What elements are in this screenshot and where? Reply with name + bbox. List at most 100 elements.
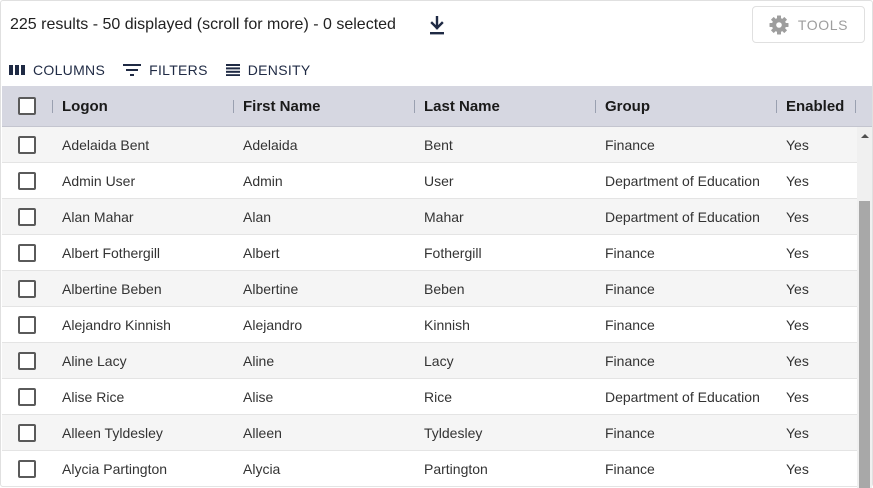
column-separator[interactable] [595, 100, 596, 113]
cell-first-name: Alycia [243, 461, 281, 477]
cell-logon: Alycia Partington [62, 461, 168, 477]
row-checkbox[interactable] [18, 172, 36, 190]
row-checkbox[interactable] [18, 208, 36, 226]
column-separator[interactable] [414, 100, 415, 113]
cell-group: Department of Education [605, 173, 760, 189]
download-button[interactable] [425, 13, 449, 37]
cell-group: Finance [605, 353, 655, 369]
header-first-name[interactable]: First Name [243, 86, 321, 126]
cell-group: Department of Education [605, 389, 760, 405]
row-checkbox[interactable] [18, 244, 36, 262]
row-checkbox[interactable] [18, 388, 36, 406]
gear-icon [769, 15, 789, 34]
table-row[interactable]: Albert Fothergill Albert Fothergill Fina… [2, 235, 857, 271]
header-enabled[interactable]: Enabled [786, 86, 844, 126]
cell-last-name: Beben [424, 281, 465, 297]
cell-last-name: Mahar [424, 209, 464, 225]
scroll-up-button[interactable] [857, 127, 872, 144]
cell-enabled: Yes [786, 137, 809, 153]
table-row[interactable]: Alycia Partington Alycia Partington Fina… [2, 451, 857, 487]
column-separator[interactable] [233, 100, 234, 113]
row-checkbox-cell [18, 163, 38, 199]
cell-enabled: Yes [786, 353, 809, 369]
table-row[interactable]: Aline Lacy Aline Lacy Finance Yes [2, 343, 857, 379]
cell-enabled: Yes [786, 389, 809, 405]
cell-logon: Alleen Tyldesley [62, 425, 163, 441]
cell-logon: Admin User [62, 173, 136, 189]
grid-header-row: Logon First Name Last Name Group Enabled [2, 86, 872, 127]
table-row[interactable]: Alan Mahar Alan Mahar Department of Educ… [2, 199, 857, 235]
table-row[interactable]: Admin User Admin User Department of Educ… [2, 163, 857, 199]
cell-first-name: Albert [243, 245, 280, 261]
results-summary-text: 225 results - 50 displayed (scroll for m… [10, 16, 396, 33]
column-separator[interactable] [776, 100, 777, 113]
columns-button-label: COLUMNS [33, 62, 106, 78]
cell-group: Finance [605, 281, 655, 297]
cell-last-name: User [424, 173, 454, 189]
row-checkbox-cell [18, 343, 38, 379]
cell-logon: Albert Fothergill [62, 245, 161, 261]
table-row[interactable]: Alleen Tyldesley Alleen Tyldesley Financ… [2, 415, 857, 451]
row-checkbox-cell [18, 451, 38, 487]
data-grid: Logon First Name Last Name Group Enabled… [2, 86, 872, 488]
results-summary: 225 results - 50 displayed (scroll for m… [10, 13, 396, 37]
table-row[interactable]: Adelaida Bent Adelaida Bent Finance Yes [2, 127, 857, 163]
select-all-checkbox[interactable] [18, 97, 36, 115]
grid-toolbar: COLUMNS FILTERS DENSITY [9, 57, 311, 83]
cell-group: Finance [605, 461, 655, 477]
cell-logon: Adelaida Bent [62, 137, 150, 153]
row-checkbox-cell [18, 271, 38, 307]
select-all-cell [18, 86, 38, 126]
cell-first-name: Aline [243, 353, 275, 369]
cell-group: Finance [605, 425, 655, 441]
tools-button-label: TOOLS [797, 16, 849, 33]
cell-enabled: Yes [786, 317, 809, 333]
cell-enabled: Yes [786, 461, 809, 477]
cell-logon: Aline Lacy [62, 353, 127, 369]
cell-last-name: Tyldesley [424, 425, 483, 441]
cell-first-name: Alleen [243, 425, 282, 441]
download-icon [430, 15, 444, 34]
filters-button-label: FILTERS [149, 62, 208, 78]
columns-icon [9, 64, 25, 76]
column-separator[interactable] [52, 100, 53, 113]
row-checkbox-cell [18, 379, 38, 415]
row-checkbox[interactable] [18, 424, 36, 442]
scrollbar-thumb[interactable] [859, 201, 870, 488]
row-checkbox[interactable] [18, 280, 36, 298]
columns-button[interactable]: COLUMNS [9, 62, 105, 78]
cell-enabled: Yes [786, 209, 809, 225]
header-logon[interactable]: Logon [62, 86, 108, 126]
cell-first-name: Albertine [243, 281, 299, 297]
chevron-up-icon [860, 133, 869, 138]
header-group[interactable]: Group [605, 86, 650, 126]
cell-first-name: Adelaida [243, 137, 298, 153]
cell-last-name: Rice [424, 389, 453, 405]
row-checkbox[interactable] [18, 136, 36, 154]
cell-last-name: Lacy [424, 353, 454, 369]
cell-group: Finance [605, 137, 655, 153]
table-row[interactable]: Alejandro Kinnish Alejandro Kinnish Fina… [2, 307, 857, 343]
density-button-label: DENSITY [247, 62, 311, 78]
filters-button[interactable]: FILTERS [123, 62, 208, 78]
vertical-scrollbar[interactable] [857, 127, 872, 488]
cell-group: Finance [605, 245, 655, 261]
header-last-name[interactable]: Last Name [424, 86, 500, 126]
cell-enabled: Yes [786, 425, 809, 441]
cell-last-name: Kinnish [424, 317, 470, 333]
tools-button[interactable]: TOOLS [752, 6, 865, 43]
row-checkbox[interactable] [18, 352, 36, 370]
row-checkbox-cell [18, 235, 38, 271]
column-separator[interactable] [855, 100, 856, 113]
row-checkbox[interactable] [18, 460, 36, 478]
row-checkbox-cell [18, 415, 38, 451]
table-row[interactable]: Albertine Beben Albertine Beben Finance … [2, 271, 857, 307]
cell-enabled: Yes [786, 281, 809, 297]
cell-logon: Alejandro Kinnish [62, 317, 171, 333]
row-checkbox[interactable] [18, 316, 36, 334]
table-row[interactable]: Alise Rice Alise Rice Department of Educ… [2, 379, 857, 415]
density-button[interactable]: DENSITY [225, 62, 311, 78]
cell-first-name: Alise [243, 389, 274, 405]
cell-last-name: Bent [424, 137, 453, 153]
filter-icon [123, 63, 142, 77]
